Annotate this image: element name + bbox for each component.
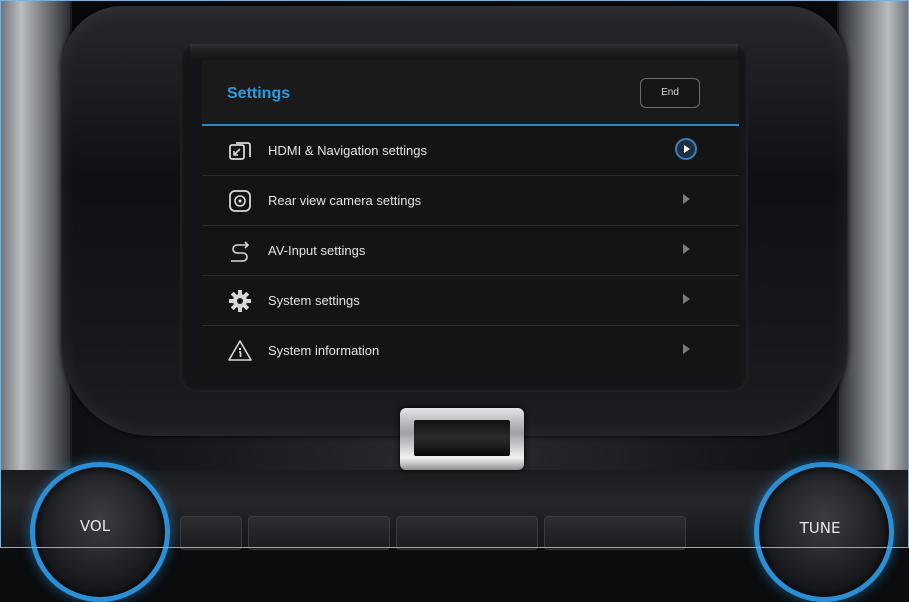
chevron-right-icon bbox=[683, 244, 690, 254]
chevron-right-icon bbox=[683, 194, 690, 204]
info-triangle-icon bbox=[228, 339, 252, 363]
menu-item-rear-camera[interactable]: Rear view camera settings bbox=[202, 176, 739, 226]
settings-header: Settings End bbox=[202, 60, 739, 126]
menu-item-label: AV-Input settings bbox=[268, 243, 366, 258]
end-button[interactable]: End bbox=[640, 78, 700, 108]
menu-item-av-input[interactable]: AV-Input settings bbox=[202, 226, 739, 276]
page-title: Settings bbox=[227, 85, 291, 102]
menu-item-label: HDMI & Navigation settings bbox=[268, 143, 427, 158]
play-icon[interactable] bbox=[675, 138, 697, 160]
menu-item-system-settings[interactable]: System settings bbox=[202, 276, 739, 326]
menu-item-system-information[interactable]: System information bbox=[202, 326, 739, 376]
menu-item-label: System information bbox=[268, 343, 380, 358]
hardware-button[interactable] bbox=[396, 516, 538, 550]
chevron-right-icon bbox=[683, 294, 690, 304]
gear-icon bbox=[228, 289, 252, 313]
chevron-right-icon bbox=[683, 344, 690, 354]
disc-slot bbox=[414, 420, 510, 456]
av-input-icon bbox=[228, 239, 252, 263]
camera-icon bbox=[228, 189, 252, 213]
menu-item-hdmi-navigation[interactable]: HDMI & Navigation settings bbox=[202, 126, 739, 176]
settings-menu: HDMI & Navigation settings Rear view cam… bbox=[202, 126, 739, 376]
hardware-button[interactable] bbox=[544, 516, 686, 550]
tune-knob-label: TUNE bbox=[799, 519, 841, 537]
hardware-button[interactable] bbox=[180, 516, 242, 550]
volume-knob-label: VOL bbox=[79, 517, 111, 535]
menu-item-label: System settings bbox=[268, 293, 360, 308]
input-switch-icon bbox=[228, 139, 252, 163]
menu-item-label: Rear view camera settings bbox=[268, 193, 422, 208]
hardware-button[interactable] bbox=[248, 516, 390, 550]
glass-reflection bbox=[190, 44, 738, 60]
infotainment-screen: Settings End HDMI & Navigation settings bbox=[202, 60, 739, 377]
